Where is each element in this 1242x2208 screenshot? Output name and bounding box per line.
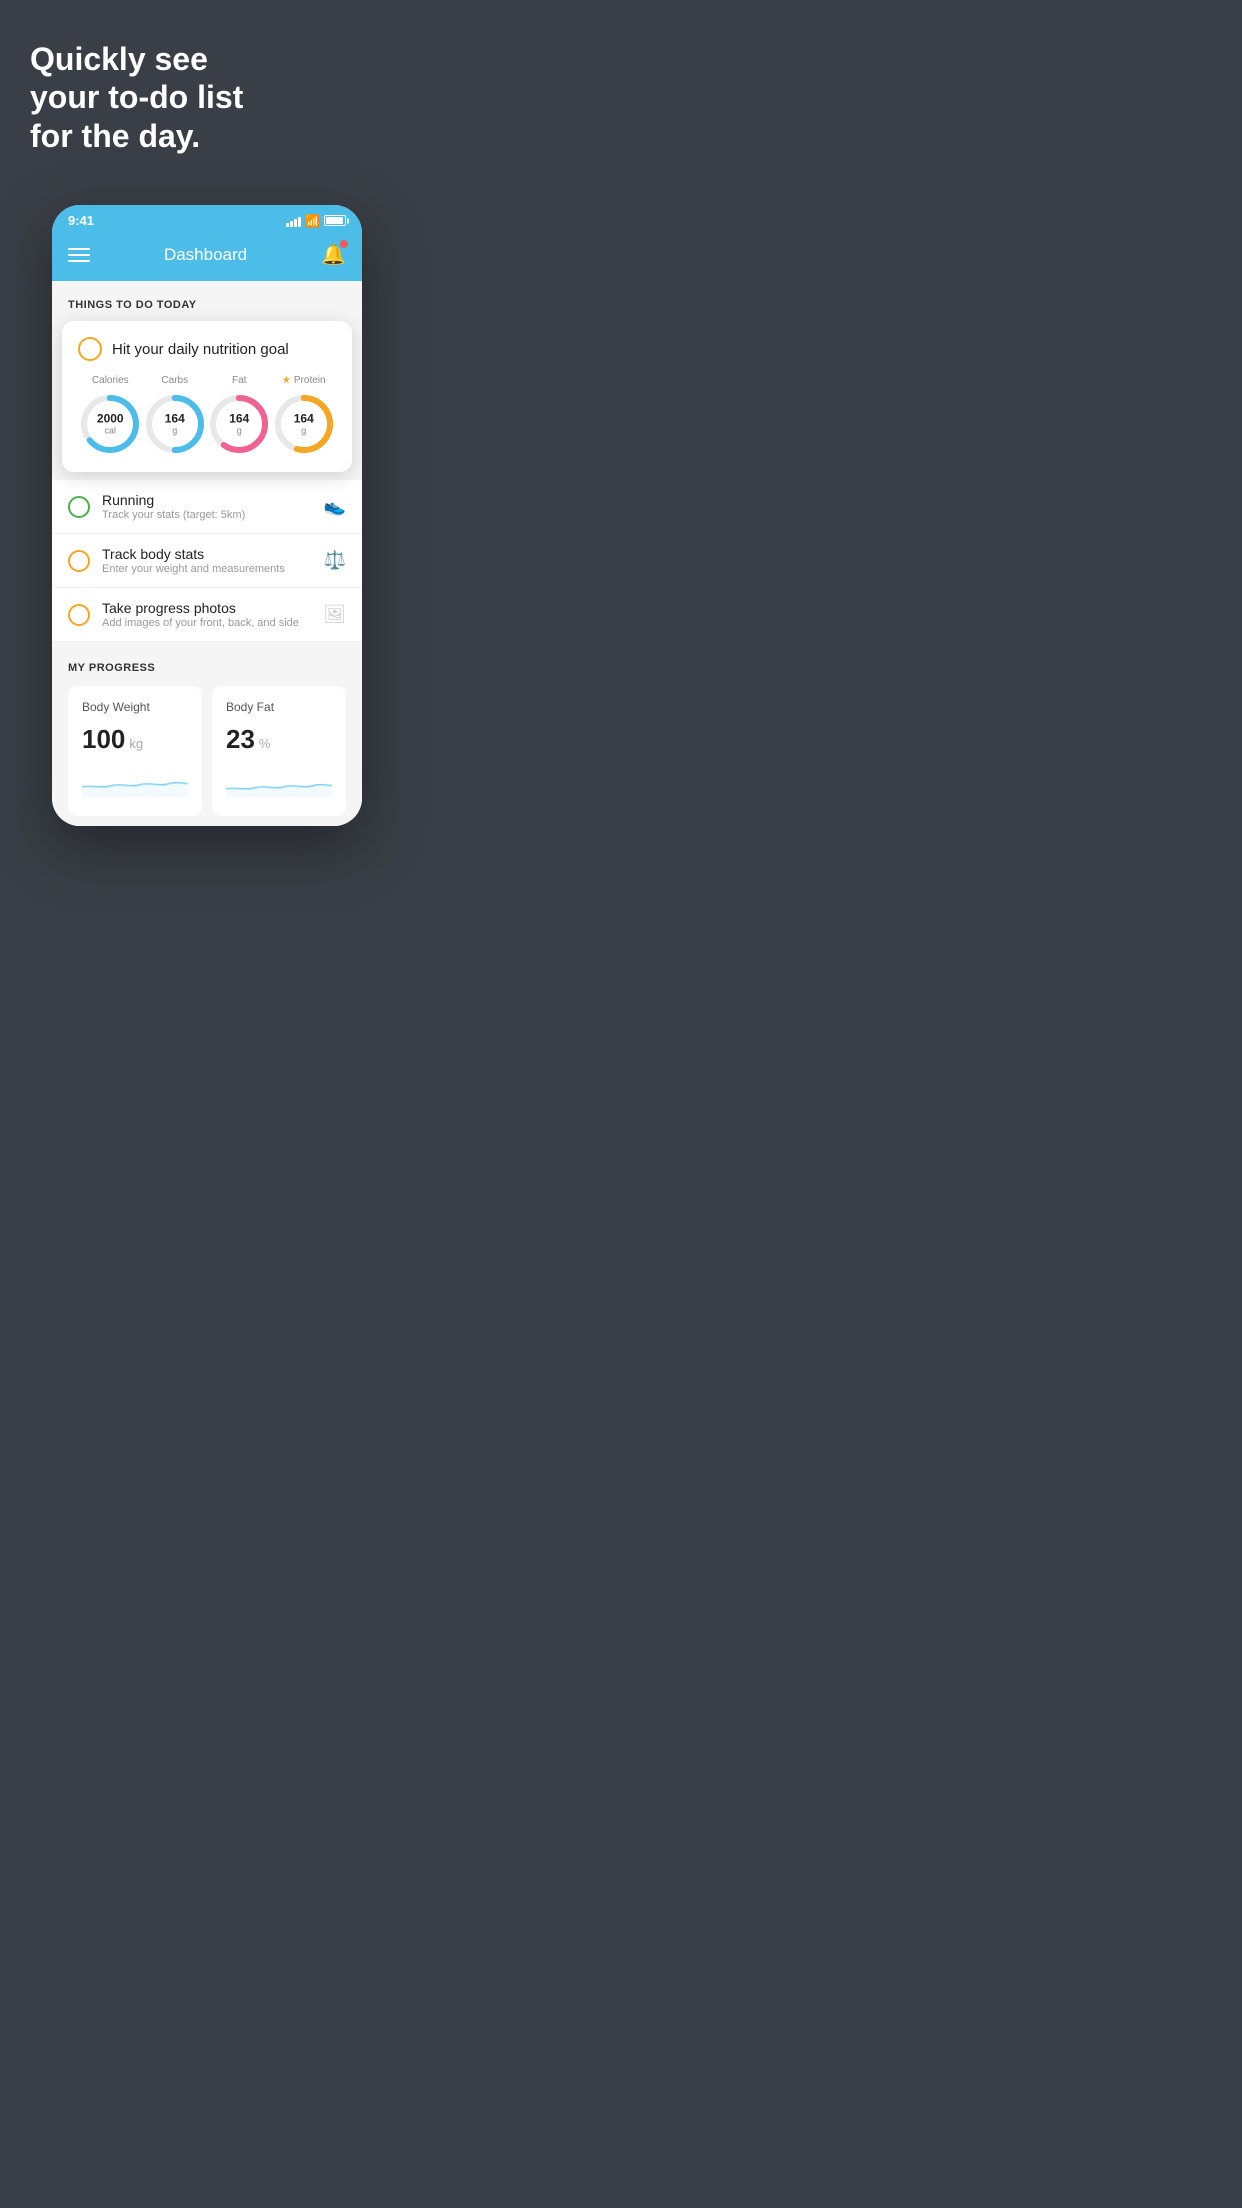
body-weight-card[interactable]: Body Weight 100 kg — [68, 686, 202, 816]
photo-icon: 🖼 — [323, 604, 346, 625]
body-fat-card[interactable]: Body Fat 23 % — [212, 686, 346, 816]
nutrition-card-title: Hit your daily nutrition goal — [112, 341, 289, 358]
todo-text-body-stats: Track body stats Enter your weight and m… — [102, 546, 312, 575]
body-fat-unit: % — [259, 736, 271, 751]
app-title: Dashboard — [164, 245, 247, 265]
signal-icon — [286, 215, 301, 227]
things-today-title: THINGS TO DO TODAY — [68, 299, 197, 311]
app-content: THINGS TO DO TODAY Hit your daily nutrit… — [52, 281, 362, 826]
carbs-unit: g — [165, 426, 185, 436]
status-time: 9:41 — [68, 213, 94, 228]
app-header: Dashboard 🔔 — [52, 232, 362, 281]
calories-unit: cal — [97, 426, 124, 436]
fat-label: Fat — [232, 375, 246, 386]
todo-text-running: Running Track your stats (target: 5km) — [102, 492, 312, 521]
todo-main-photos: Take progress photos — [102, 600, 311, 616]
protein-star: ★ — [282, 375, 291, 386]
calories-label: Calories — [92, 375, 129, 386]
fat-unit: g — [229, 426, 249, 436]
body-fat-value-row: 23 % — [226, 724, 332, 755]
todo-circle-running — [68, 496, 90, 518]
protein-donut: 164 g — [272, 392, 336, 456]
protein-value: 164 — [294, 413, 314, 426]
progress-title: MY PROGRESS — [68, 662, 346, 674]
protein-label: ★ Protein — [282, 375, 326, 386]
todo-body-stats[interactable]: Track body stats Enter your weight and m… — [52, 534, 362, 588]
wifi-icon: 📶 — [305, 214, 320, 228]
fat-donut: 164 g — [207, 392, 271, 456]
carbs-label: Carbs — [161, 375, 188, 386]
hero-title: Quickly see your to-do list for the day. — [30, 40, 384, 155]
todo-sub-running: Track your stats (target: 5km) — [102, 509, 312, 521]
status-icons: 📶 — [286, 214, 346, 228]
body-fat-card-title: Body Fat — [226, 700, 332, 714]
things-today-header: THINGS TO DO TODAY — [52, 281, 362, 321]
scale-icon: ⚖️ — [324, 550, 346, 571]
status-bar: 9:41 📶 — [52, 205, 362, 232]
todo-sub-body-stats: Enter your weight and measurements — [102, 563, 312, 575]
nutrition-card[interactable]: Hit your daily nutrition goal Calories — [62, 321, 352, 472]
todo-list: Running Track your stats (target: 5km) 👟… — [52, 480, 362, 642]
todo-photos[interactable]: Take progress photos Add images of your … — [52, 588, 362, 642]
hamburger-menu[interactable] — [68, 248, 90, 262]
phone-mockup: 9:41 📶 Dashboard 🔔 — [52, 205, 362, 826]
nutrition-circles: Calories 2000 cal — [78, 375, 336, 456]
body-weight-value-row: 100 kg — [82, 724, 188, 755]
nutrition-card-header: Hit your daily nutrition goal — [78, 337, 336, 361]
todo-running[interactable]: Running Track your stats (target: 5km) 👟 — [52, 480, 362, 534]
todo-main-running: Running — [102, 492, 312, 508]
body-weight-chart — [82, 767, 188, 797]
carbs-donut: 164 g — [143, 392, 207, 456]
nutrition-protein: ★ Protein 164 g — [272, 375, 336, 456]
body-fat-value: 23 — [226, 724, 255, 755]
nutrition-calories: Calories 2000 cal — [78, 375, 142, 456]
calories-value: 2000 — [97, 413, 124, 426]
notification-bell[interactable]: 🔔 — [321, 242, 346, 267]
nutrition-fat: Fat 164 g — [207, 375, 271, 456]
todo-circle-photos — [68, 604, 90, 626]
carbs-value: 164 — [165, 413, 185, 426]
nutrition-check-circle — [78, 337, 102, 361]
progress-cards: Body Weight 100 kg Body Fat — [68, 686, 346, 816]
todo-sub-photos: Add images of your front, back, and side — [102, 617, 311, 629]
calories-donut: 2000 cal — [78, 392, 142, 456]
fat-value: 164 — [229, 413, 249, 426]
protein-unit: g — [294, 426, 314, 436]
notification-dot — [340, 240, 348, 248]
todo-main-body-stats: Track body stats — [102, 546, 312, 562]
body-weight-card-title: Body Weight — [82, 700, 188, 714]
body-weight-unit: kg — [129, 736, 143, 751]
hero-section: Quickly see your to-do list for the day. — [0, 0, 414, 205]
body-fat-chart — [226, 767, 332, 797]
todo-circle-body-stats — [68, 550, 90, 572]
shoe-icon: 👟 — [324, 496, 346, 517]
battery-icon — [324, 215, 346, 226]
nutrition-carbs: Carbs 164 g — [143, 375, 207, 456]
progress-section: MY PROGRESS Body Weight 100 kg — [52, 642, 362, 826]
todo-text-photos: Take progress photos Add images of your … — [102, 600, 311, 629]
body-weight-value: 100 — [82, 724, 125, 755]
